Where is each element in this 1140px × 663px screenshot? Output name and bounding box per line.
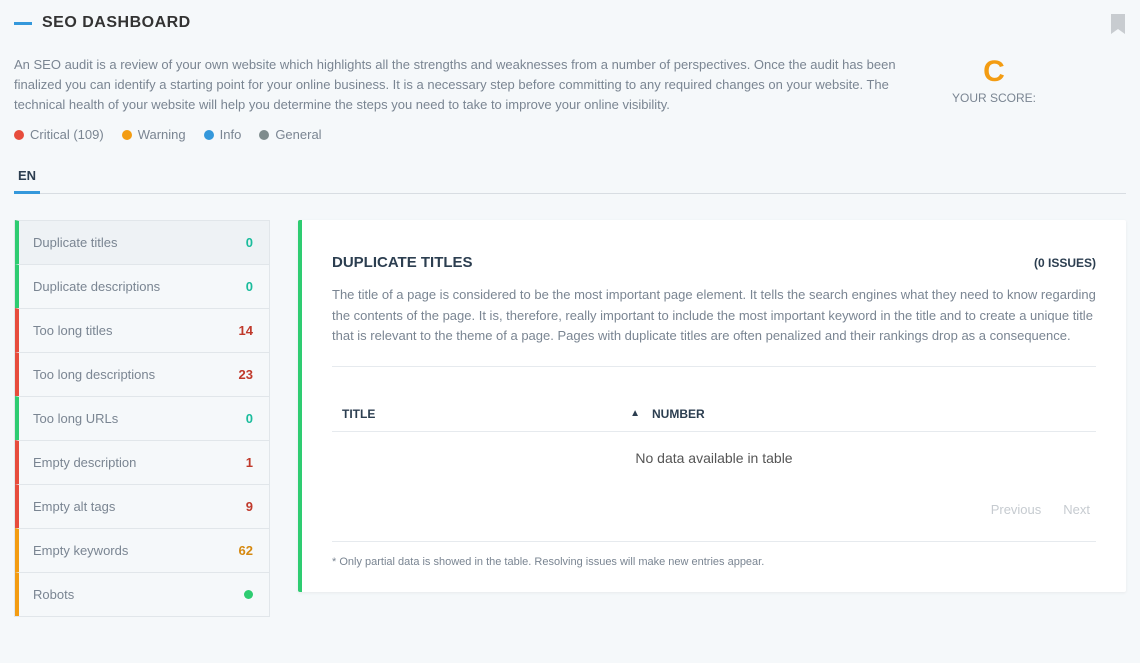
sidebar-item-count: 1 xyxy=(246,455,253,470)
sidebar-item-label: Duplicate titles xyxy=(33,235,118,250)
legend-warning[interactable]: Warning xyxy=(122,127,186,142)
legend-general[interactable]: General xyxy=(259,127,321,142)
column-number[interactable]: NUMBER xyxy=(652,407,1086,421)
panel-issue-count: (0 ISSUES) xyxy=(1034,256,1096,270)
sidebar-item-count: 0 xyxy=(246,411,253,426)
column-title-label: TITLE xyxy=(342,407,375,421)
sidebar-item[interactable]: Robots xyxy=(15,572,269,616)
bookmark-icon[interactable] xyxy=(1110,14,1126,37)
dot-general-icon xyxy=(259,130,269,140)
table-header: TITLE ▲ NUMBER xyxy=(332,397,1096,432)
dot-warning-icon xyxy=(122,130,132,140)
tabs: EN xyxy=(14,168,1126,194)
title-accent xyxy=(14,22,32,25)
legend-info-label: Info xyxy=(220,127,242,142)
dot-critical-icon xyxy=(14,130,24,140)
dot-info-icon xyxy=(204,130,214,140)
sidebar-item[interactable]: Duplicate descriptions 0 xyxy=(15,264,269,308)
sidebar-item[interactable]: Empty keywords 62 xyxy=(15,528,269,572)
status-dot-icon xyxy=(244,590,253,599)
panel-title: DUPLICATE TITLES xyxy=(332,254,473,271)
score-letter: C xyxy=(934,55,1054,89)
sidebar-item-label: Too long URLs xyxy=(33,411,118,426)
legend-critical[interactable]: Critical (109) xyxy=(14,127,104,142)
column-title[interactable]: TITLE ▲ xyxy=(342,407,652,421)
legend-general-label: General xyxy=(275,127,321,142)
divider xyxy=(332,366,1096,367)
detail-panel: DUPLICATE TITLES (0 ISSUES) The title of… xyxy=(298,220,1126,591)
sidebar-item-label: Too long descriptions xyxy=(33,367,155,382)
sidebar-item-label: Robots xyxy=(33,587,74,602)
sidebar-item-count: 23 xyxy=(239,367,253,382)
sort-asc-icon: ▲ xyxy=(630,408,640,419)
sidebar-item[interactable]: Too long descriptions 23 xyxy=(15,352,269,396)
page-title: SEO DASHBOARD xyxy=(42,14,191,32)
divider xyxy=(332,541,1096,542)
pager-previous[interactable]: Previous xyxy=(991,502,1042,517)
sidebar-item-count: 62 xyxy=(239,543,253,558)
score-box: C YOUR SCORE: xyxy=(934,55,1054,115)
pager-next[interactable]: Next xyxy=(1063,502,1090,517)
sidebar-item-count: 0 xyxy=(246,235,253,250)
sidebar-item[interactable]: Too long URLs 0 xyxy=(15,396,269,440)
sidebar-item-label: Duplicate descriptions xyxy=(33,279,160,294)
legend: Critical (109) Warning Info General xyxy=(14,127,1126,142)
sidebar-item[interactable]: Empty description 1 xyxy=(15,440,269,484)
legend-warning-label: Warning xyxy=(138,127,186,142)
sidebar-item-count: 9 xyxy=(246,499,253,514)
sidebar-item-label: Empty alt tags xyxy=(33,499,115,514)
pager: Previous Next xyxy=(332,492,1096,535)
sidebar: Duplicate titles 0 Duplicate descriptions 0… xyxy=(14,220,270,617)
table-empty-message: No data available in table xyxy=(332,432,1096,492)
sidebar-item-label: Empty keywords xyxy=(33,543,128,558)
legend-info[interactable]: Info xyxy=(204,127,242,142)
sidebar-item[interactable]: Empty alt tags 9 xyxy=(15,484,269,528)
sidebar-item-count: 14 xyxy=(239,323,253,338)
panel-footnote: * Only partial data is showed in the tab… xyxy=(332,556,1096,568)
sidebar-item[interactable]: Too long titles 14 xyxy=(15,308,269,352)
legend-critical-label: Critical (109) xyxy=(30,127,104,142)
sidebar-item-label: Too long titles xyxy=(33,323,113,338)
tab-en[interactable]: EN xyxy=(14,168,40,194)
score-label: YOUR SCORE: xyxy=(934,91,1054,105)
panel-description: The title of a page is considered to be … xyxy=(332,285,1096,345)
sidebar-item[interactable]: Duplicate titles 0 xyxy=(15,220,269,264)
sidebar-item-label: Empty description xyxy=(33,455,136,470)
column-number-label: NUMBER xyxy=(652,407,705,421)
page-description: An SEO audit is a review of your own web… xyxy=(14,55,914,115)
sidebar-item-count: 0 xyxy=(246,279,253,294)
